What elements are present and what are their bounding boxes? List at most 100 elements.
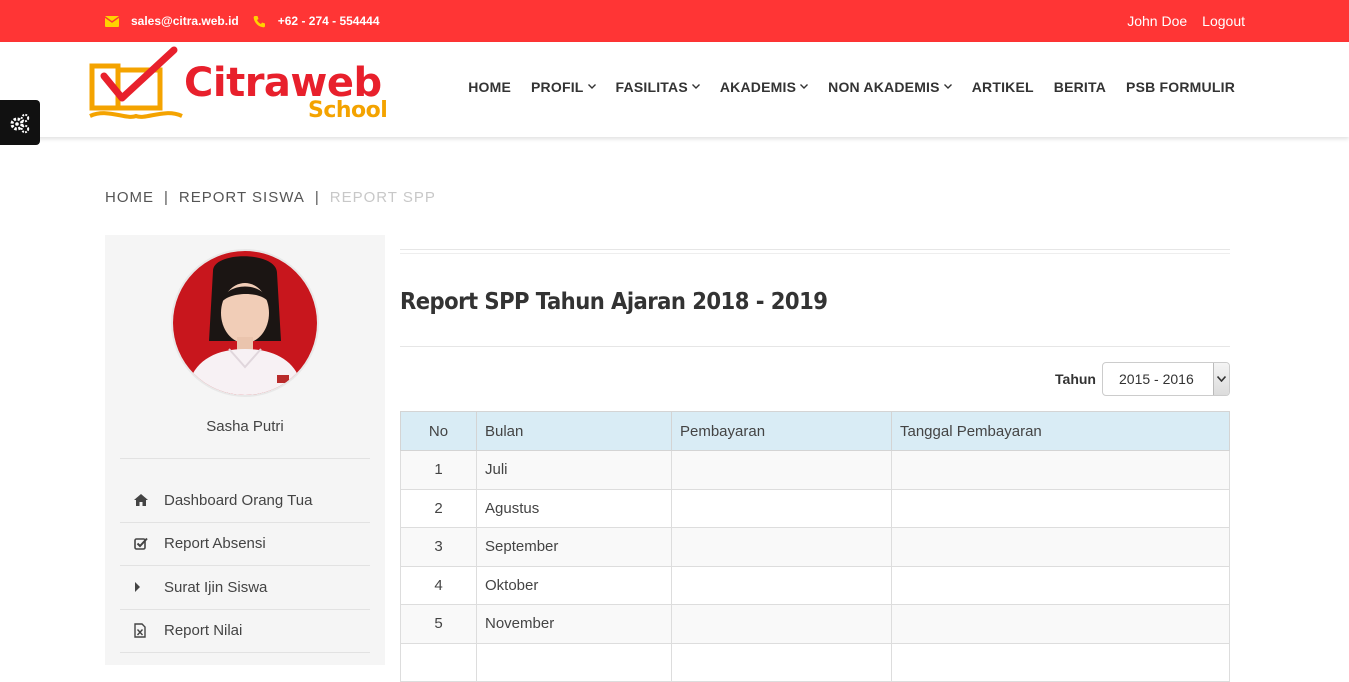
sidebar-item-report-absensi[interactable]: Report Absensi <box>120 523 370 566</box>
cell-pembayaran <box>671 488 892 528</box>
breadcrumb-separator: | <box>164 189 169 206</box>
site-logo[interactable]: Citraweb School <box>88 46 388 128</box>
column-header-tanggal: Tanggal Pembayaran <box>891 411 1230 451</box>
nav-item-home[interactable]: HOME <box>468 79 511 95</box>
divider <box>400 249 1230 250</box>
breadcrumb-home[interactable]: HOME <box>105 189 154 206</box>
logo-book-icon <box>89 46 183 119</box>
cell-bulan: Agustus <box>476 488 672 528</box>
cell-no <box>400 642 477 682</box>
user-name-link[interactable]: John Doe <box>1127 13 1187 29</box>
cell-tanggal <box>891 565 1230 605</box>
phone-icon <box>253 15 266 28</box>
cell-pembayaran <box>671 565 892 605</box>
sidebar-item-label: Report Nilai <box>164 622 243 640</box>
chevron-down-icon <box>800 81 809 91</box>
spp-table: No Bulan Pembayaran Tanggal Pembayaran 1… <box>400 411 1230 682</box>
cell-bulan: November <box>476 604 672 644</box>
avatar <box>171 249 319 397</box>
sidebar-item-label: Report Absensi <box>164 535 266 553</box>
settings-toggle-button[interactable] <box>0 100 40 145</box>
logo-sub-text: School <box>308 98 388 123</box>
file-excel-icon <box>120 623 164 638</box>
column-header-pembayaran: Pembayaran <box>671 411 892 451</box>
divider <box>400 346 1230 347</box>
table-row: 3 September <box>400 527 1230 567</box>
nav-item-label: PSB FORMULIR <box>1126 79 1235 95</box>
cell-bulan: September <box>476 527 672 567</box>
cell-bulan: Juli <box>476 450 672 490</box>
year-select[interactable]: 2015 - 2016 <box>1102 362 1230 396</box>
cell-tanggal <box>891 604 1230 644</box>
table-row: 2 Agustus <box>400 488 1230 528</box>
nav-item-berita[interactable]: BERITA <box>1054 79 1106 95</box>
chevron-down-icon <box>1213 363 1229 395</box>
contact-info: sales@citra.web.id +62 - 274 - 554444 <box>105 0 380 42</box>
nav-item-label: ARTIKEL <box>971 79 1034 95</box>
column-header-no: No <box>400 411 477 451</box>
year-select-value: 2015 - 2016 <box>1119 371 1194 387</box>
table-row: 4 Oktober <box>400 565 1230 605</box>
nav-item-label: BERITA <box>1053 79 1107 95</box>
sidebar-divider <box>120 458 370 459</box>
cell-tanggal <box>891 642 1230 682</box>
chevron-down-icon <box>587 81 596 91</box>
nav-item-label: PROFIL <box>531 79 584 95</box>
cell-pembayaran <box>671 642 892 682</box>
contact-phone[interactable]: +62 - 274 - 554444 <box>278 14 380 28</box>
year-filter-label: Tahun <box>1055 371 1096 387</box>
sidebar: Sasha Putri Dashboard Orang Tua Report A… <box>105 235 385 665</box>
caret-right-icon <box>120 582 164 593</box>
cell-no: 5 <box>400 604 477 644</box>
nav-item-psb-formulir[interactable]: PSB FORMULIR <box>1126 79 1235 95</box>
nav-item-label: NON AKADEMIS <box>828 79 940 95</box>
check-square-icon <box>120 537 164 551</box>
cell-no: 4 <box>400 565 477 605</box>
main-nav: HOME PROFIL FASILITAS AKADEMIS NON AKADEMIS A… <box>448 42 1235 132</box>
cell-pembayaran <box>671 450 892 490</box>
student-name: Sasha Putri <box>206 418 284 435</box>
sidebar-item-report-nilai[interactable]: Report Nilai <box>120 610 370 653</box>
chevron-down-icon <box>943 81 952 91</box>
contact-email[interactable]: sales@citra.web.id <box>131 14 239 28</box>
nav-item-label: FASILITAS <box>615 79 688 95</box>
cell-tanggal <box>891 527 1230 567</box>
nav-item-label: HOME <box>468 79 511 95</box>
sidebar-item-surat-ijin[interactable]: Surat Ijin Siswa <box>120 566 370 610</box>
top-bar: sales@citra.web.id +62 - 274 - 554444 Jo… <box>0 0 1349 42</box>
site-header: Citraweb School HOME PROFIL FASILITAS AKADE… <box>0 42 1349 137</box>
cell-tanggal <box>891 488 1230 528</box>
nav-item-non-akademis[interactable]: NON AKADEMIS <box>828 79 952 95</box>
sidebar-item-label: Dashboard Orang Tua <box>164 491 313 509</box>
nav-item-fasilitas[interactable]: FASILITAS <box>616 79 700 95</box>
cell-no: 1 <box>400 450 477 490</box>
breadcrumb-current: REPORT SPP <box>329 189 436 206</box>
sidebar-item-dashboard[interactable]: Dashboard Orang Tua <box>120 479 370 523</box>
cell-tanggal <box>891 450 1230 490</box>
nav-item-label: AKADEMIS <box>719 79 797 95</box>
cell-bulan <box>476 642 672 682</box>
gears-icon <box>10 113 30 133</box>
column-header-bulan: Bulan <box>476 411 672 451</box>
cell-no: 2 <box>400 488 477 528</box>
sidebar-menu: Dashboard Orang Tua Report Absensi Surat… <box>120 479 370 653</box>
nav-item-artikel[interactable]: ARTIKEL <box>972 79 1034 95</box>
table-header-row: No Bulan Pembayaran Tanggal Pembayaran <box>400 411 1230 451</box>
breadcrumb-report-siswa[interactable]: REPORT SISWA <box>179 189 305 206</box>
breadcrumb: HOME | REPORT SISWA | REPORT SPP <box>105 189 436 206</box>
logout-link[interactable]: Logout <box>1202 13 1245 29</box>
cell-pembayaran <box>671 527 892 567</box>
nav-item-profil[interactable]: PROFIL <box>531 79 596 95</box>
cell-bulan: Oktober <box>476 565 672 605</box>
chevron-down-icon <box>691 81 700 91</box>
nav-item-akademis[interactable]: AKADEMIS <box>719 79 809 95</box>
envelope-icon <box>105 15 119 27</box>
table-row <box>400 642 1230 682</box>
cell-no: 3 <box>400 527 477 567</box>
page-title: Report SPP Tahun Ajaran 2018 - 2019 <box>400 289 828 315</box>
cell-pembayaran <box>671 604 892 644</box>
year-filter: Tahun 2015 - 2016 <box>1055 362 1230 396</box>
sidebar-item-label: Surat Ijin Siswa <box>164 578 268 596</box>
divider <box>400 253 1230 254</box>
table-row: 1 Juli <box>400 450 1230 490</box>
